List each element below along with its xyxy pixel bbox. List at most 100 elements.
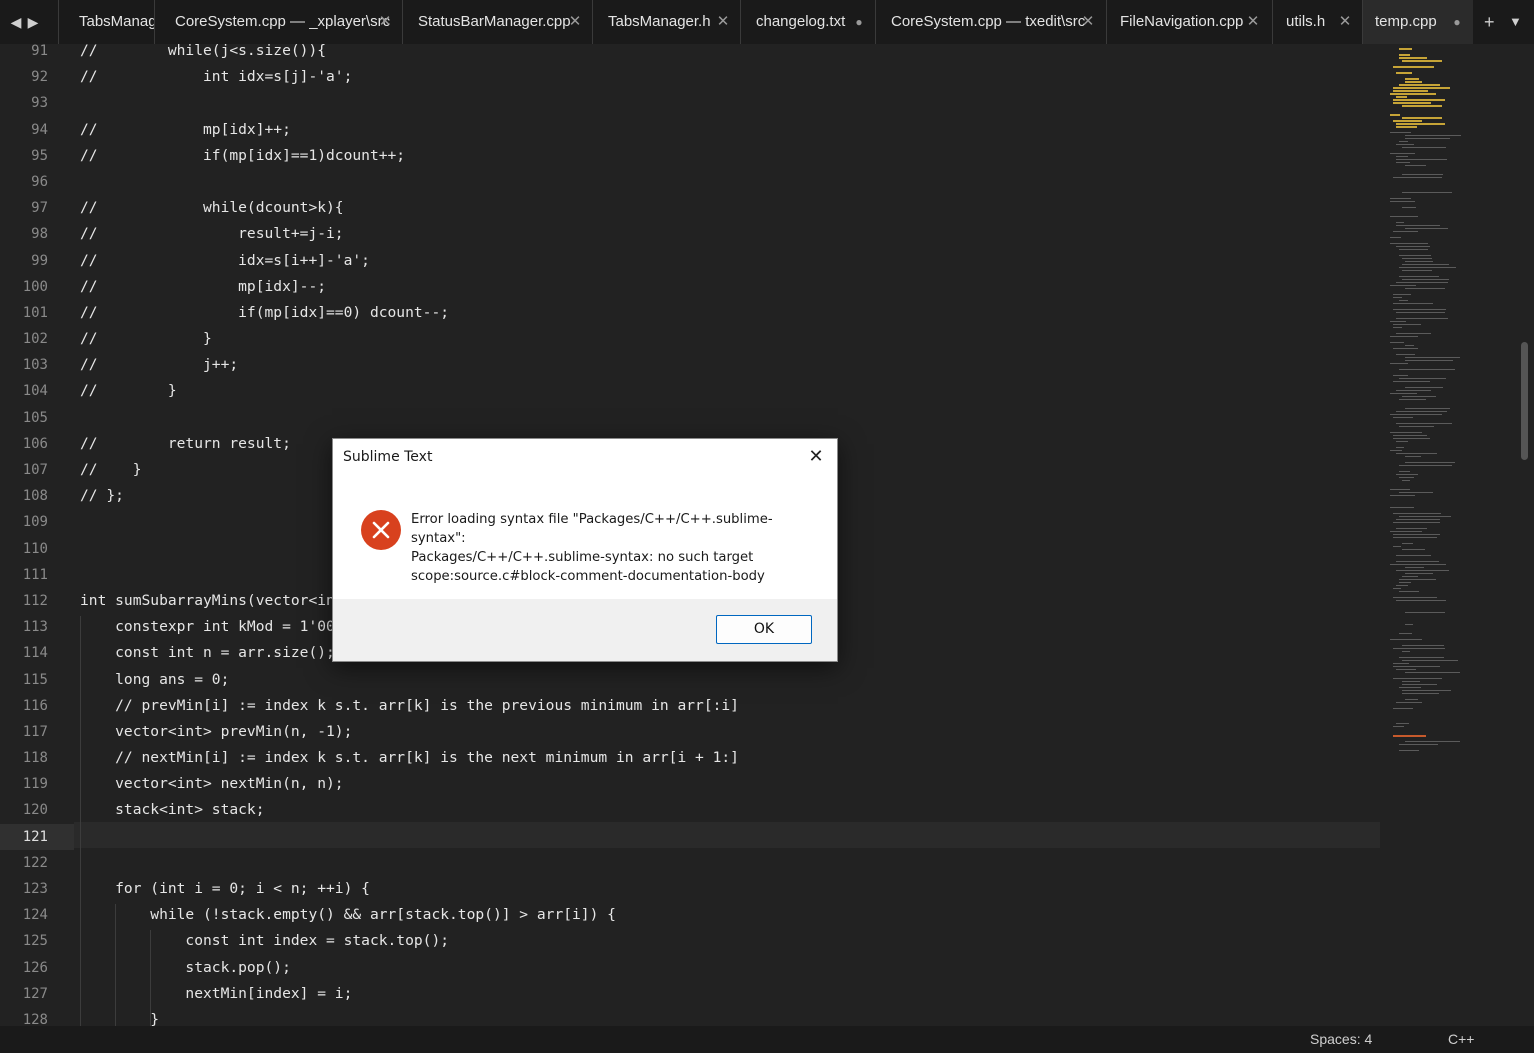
code-line[interactable]: stack.pop(); [80,955,1380,981]
minimap-line [1390,285,1416,286]
tab-label: CoreSystem.cpp — _xplayer\src [175,13,391,30]
code-line[interactable]: vector<int> prevMin(n, -1); [80,719,1380,745]
code-line[interactable]: // j++; [80,352,1380,378]
dialog-titlebar[interactable]: Sublime Text ✕ [333,439,837,476]
close-icon[interactable]: ✕ [715,0,731,44]
code-line[interactable]: stack<int> stack; [80,797,1380,823]
syntax-status[interactable]: C++ [1448,1026,1474,1053]
minimap-line [1396,246,1430,247]
minimap-line [1393,663,1409,664]
close-icon[interactable]: ✕ [377,0,393,44]
code-line[interactable]: while (!stack.empty() && arr[stack.top()… [80,902,1380,928]
line-number: 93 [31,95,48,112]
dialog-message: Error loading syntax file "Packages/C++/… [411,510,821,586]
tab-statusbarmanager-cpp[interactable]: StatusBarManager.cpp ✕ [402,0,593,44]
code-line[interactable]: // while(j<s.size()){ [80,44,1380,64]
code-line[interactable]: // if(mp[idx]==1)dcount++; [80,143,1380,169]
minimap-line [1393,294,1411,295]
minimap-line [1399,399,1426,400]
code-line[interactable]: // if(mp[idx]==0) dcount--; [80,300,1380,326]
status-bar: Spaces: 4 C++ [0,1026,1534,1053]
line-number: 101 [22,304,48,321]
close-icon[interactable]: ✕ [1080,0,1096,44]
tab-coresystem-xplayer[interactable]: CoreSystem.cpp — _xplayer\src ✕ [154,0,403,44]
minimap-line [1396,453,1437,454]
minimap-line [1402,645,1444,646]
close-icon[interactable]: ✕ [1337,0,1353,44]
code-line[interactable]: // prevMin[i] := index k s.t. arr[k] is … [80,693,1380,719]
minimap-line [1402,684,1437,685]
tab-list-chevron-icon[interactable]: ▼ [1509,10,1522,34]
close-icon[interactable]: ✕ [1245,0,1261,44]
tab-label: StatusBarManager.cpp [418,13,571,30]
code-line[interactable]: long ans = 0; [80,667,1380,693]
indentation-status[interactable]: Spaces: 4 [1310,1026,1372,1053]
minimap-line [1393,324,1421,325]
scrollbar-thumb[interactable] [1521,342,1528,460]
minimap-line [1405,741,1460,742]
code-line[interactable]: // while(dcount>k){ [80,195,1380,221]
tab-changelog-txt[interactable]: changelog.txt ● [740,0,876,44]
code-line[interactable]: vector<int> nextMin(n, n); [80,771,1380,797]
code-line[interactable]: nextMin[index] = i; [80,981,1380,1007]
forward-arrow-icon[interactable]: ▶ [25,12,41,32]
tab-filenavigation-cpp[interactable]: FileNavigation.cpp ✕ [1106,0,1273,44]
tab-tabsmanager-cpp[interactable]: TabsManager [58,0,159,44]
minimap-line [1390,114,1400,116]
minimap-line [1399,426,1434,427]
minimap-line [1390,564,1446,565]
minimap-line [1390,216,1418,217]
minimap-line [1393,90,1428,92]
close-icon[interactable]: ✕ [803,445,829,469]
minimap-line [1405,624,1413,625]
unsaved-dot-icon[interactable]: ● [851,0,867,44]
minimap-line [1399,300,1408,301]
tab-temp-cpp[interactable]: temp.cpp ● [1362,0,1473,44]
tab-label: TabsManager.h [608,13,711,30]
tab-tabsmanager-h[interactable]: TabsManager.h ✕ [592,0,741,44]
code-line[interactable]: } [80,1007,1380,1026]
minimap-line [1399,54,1410,56]
minimap-line [1399,255,1431,256]
code-line[interactable]: // mp[idx]--; [80,274,1380,300]
tab-label: FileNavigation.cpp [1120,13,1244,30]
code-line[interactable] [80,824,1380,850]
code-line[interactable]: // result+=j-i; [80,221,1380,247]
minimap-line [1402,690,1451,691]
code-line[interactable]: // int idx=s[j]-'a'; [80,64,1380,90]
minimap-line [1393,534,1440,535]
code-line[interactable]: // } [80,326,1380,352]
minimap-line [1402,174,1443,175]
code-line[interactable] [80,405,1380,431]
vertical-scrollbar[interactable] [1520,44,1530,1026]
unsaved-dot-icon[interactable]: ● [1449,0,1465,44]
minimap-line [1390,393,1417,394]
minimap-line [1399,477,1414,478]
minimap-line [1396,162,1410,163]
ok-button[interactable]: OK [716,615,812,644]
code-line[interactable]: // nextMin[i] := index k s.t. arr[k] is … [80,745,1380,771]
line-number: 122 [22,854,48,871]
close-icon[interactable]: ✕ [567,0,583,44]
tab-utils-h[interactable]: utils.h ✕ [1272,0,1363,44]
minimap-line [1396,333,1431,334]
minimap-line [1399,579,1436,580]
code-line[interactable] [80,850,1380,876]
code-line[interactable] [80,169,1380,195]
back-arrow-icon[interactable]: ◀ [8,12,24,32]
code-line[interactable]: const int index = stack.top(); [80,928,1380,954]
tab-label: changelog.txt [756,13,846,30]
code-line[interactable] [80,90,1380,116]
code-line[interactable]: // mp[idx]++; [80,117,1380,143]
minimap-line [1399,378,1446,379]
code-line[interactable]: // idx=s[i++]-'a'; [80,248,1380,274]
new-tab-icon[interactable]: + [1484,10,1495,34]
minimap[interactable] [1388,44,1488,764]
code-line[interactable]: // } [80,378,1380,404]
minimap-line [1405,672,1460,673]
tab-coresystem-txedit[interactable]: CoreSystem.cpp — txedit\src ✕ [875,0,1107,44]
code-line[interactable]: for (int i = 0; i < n; ++i) { [80,876,1380,902]
minimap-line [1393,87,1450,89]
minimap-line [1405,387,1443,388]
minimap-line [1402,279,1449,280]
